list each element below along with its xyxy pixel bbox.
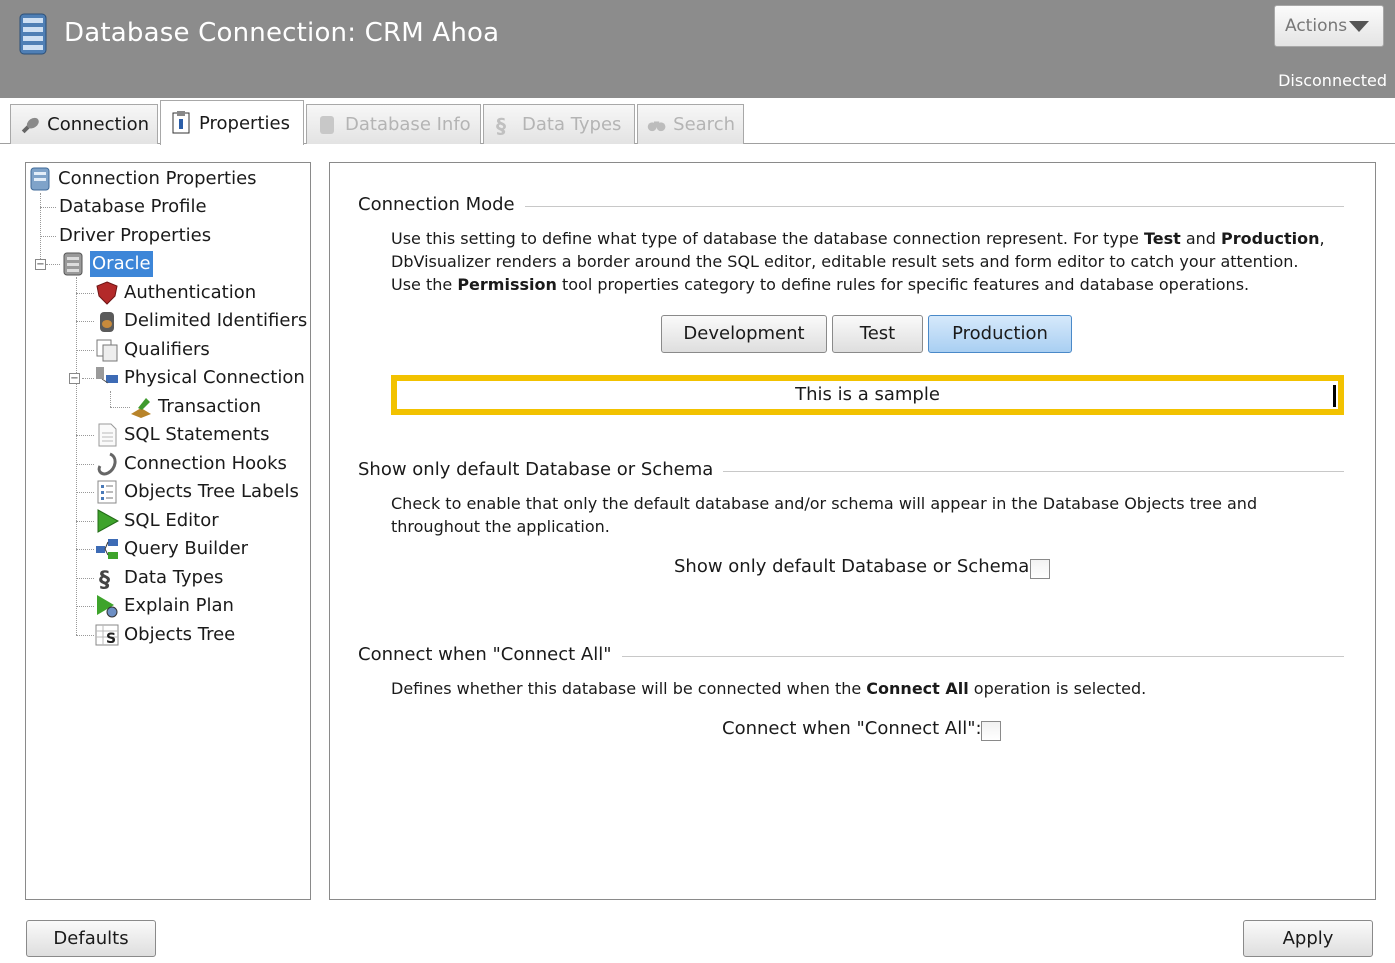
apply-button[interactable]: Apply [1243,920,1373,957]
connection-mode-title: Connection Mode [358,194,525,215]
tree-guide [76,350,94,351]
tree-item-explain-plan[interactable]: Explain Plan [94,593,234,619]
tree-guide [40,193,41,265]
show-default-checkbox[interactable] [1030,559,1050,579]
tree-item-sql-editor[interactable]: SQL Editor [94,508,219,534]
tab-label: Properties [199,112,290,134]
connect-all-title: Connect when "Connect All" [358,644,622,665]
qualifiers-icon [96,339,118,362]
tab-connection[interactable]: Connection [10,104,158,144]
shield-icon [96,281,118,305]
tree-guide [40,207,56,208]
defaults-button[interactable]: Defaults [26,920,156,957]
connection-mode-description: Use this setting to define what type of … [391,229,1325,294]
tree-item-transaction[interactable]: Transaction [128,394,261,420]
tree-item-objects-tree-labels[interactable]: Objects Tree Labels [94,479,299,505]
collapse-toggle-physical-connection[interactable]: − [69,373,80,384]
database-icon [63,252,83,276]
tree-guide [110,391,111,407]
chevron-down-icon [1349,21,1369,32]
plug-icon [21,117,39,133]
tree-guide [76,293,94,294]
tree-item-data-types[interactable]: § Data Types [94,565,223,591]
database-icon [19,13,47,55]
test-button[interactable]: Test [832,315,923,353]
window-title: Database Connection: CRM Ahoa [64,18,500,48]
tab-label: Database Info [345,114,471,135]
actions-label: Actions [1285,16,1348,36]
database-info-icon [320,115,334,134]
tree-item-connection-properties[interactable]: Connection Properties [28,166,257,192]
tree-guide [76,464,94,465]
connect-all-description: Defines whether this database will be co… [391,679,1147,698]
binoculars-icon [647,120,666,131]
query-builder-icon [96,539,118,559]
tree-item-physical-connection[interactable]: Physical Connection [94,365,305,391]
tree-guide [76,578,94,579]
tree-item-objects-tree[interactable]: S Objects Tree [94,622,235,648]
svg-text:§: § [496,114,506,137]
document-icon [98,423,117,447]
production-border-sample: This is a sample [391,375,1344,415]
svg-text:§: § [99,568,110,591]
tree-item-oracle[interactable]: Oracle [60,251,153,277]
tree-guide [76,492,94,493]
tree-item-authentication[interactable]: Authentication [94,280,256,306]
grid-icon: S [95,624,119,647]
hook-icon [97,452,117,476]
tree-item-database-profile[interactable]: Database Profile [59,194,207,220]
tree-guide [76,549,94,550]
explain-plan-icon [97,595,118,618]
connect-all-checkbox-label: Connect when "Connect All": [722,718,982,739]
tree-item-query-builder[interactable]: Query Builder [94,536,248,562]
tree-item-driver-properties[interactable]: Driver Properties [59,223,211,249]
tree-item-sql-statements[interactable]: SQL Statements [94,422,269,448]
tree-item-connection-hooks[interactable]: Connection Hooks [94,451,287,477]
database-icon [30,167,50,191]
actions-button[interactable]: Actions [1274,5,1384,47]
tab-search[interactable]: Search [637,104,744,144]
tree-guide [82,378,94,379]
tab-properties[interactable]: Properties [160,100,304,145]
sample-text: This is a sample [397,381,1338,409]
tree-guide [76,606,94,607]
tree-guide [76,635,94,636]
show-default-description: Check to enable that only the default da… [391,494,1258,536]
development-button[interactable]: Development [661,315,827,353]
show-default-title: Show only default Database or Schema [358,459,724,480]
show-default-checkbox-label: Show only default Database or Schema: [674,556,1036,577]
play-icon [97,509,120,533]
tab-label: Data Types [522,114,622,135]
tree-guide [40,236,56,237]
data-types-icon: § [99,568,110,591]
tab-label: Search [673,114,735,135]
tree-guide [76,277,77,635]
properties-tree: − − Connection Properties Database Profi… [25,162,311,900]
connect-all-checkbox[interactable] [981,721,1001,741]
tree-guide [110,407,130,408]
jar-icon [100,312,114,332]
tab-label: Connection [47,114,149,135]
network-icon [96,367,118,384]
window-header: Database Connection: CRM Ahoa Actions Di… [0,0,1395,98]
transaction-icon [131,398,151,418]
tab-data-types[interactable]: § Data Types [483,104,635,144]
tree-guide [76,521,94,522]
collapse-toggle-oracle[interactable]: − [35,259,46,270]
sample-right-bar [1333,385,1336,407]
properties-icon [172,111,190,134]
tree-item-qualifiers[interactable]: Qualifiers [94,337,210,363]
tree-guide [46,264,60,265]
svg-text:S: S [106,631,116,647]
production-button[interactable]: Production [928,315,1072,353]
tab-database-info[interactable]: Database Info [306,104,481,144]
connection-status: Disconnected [1278,71,1387,90]
tree-guide [76,321,94,322]
tree-guide [76,435,94,436]
tree-item-delimited-identifiers[interactable]: Delimited Identifiers [94,308,307,334]
list-icon [97,480,117,504]
data-types-icon: § [496,114,506,137]
